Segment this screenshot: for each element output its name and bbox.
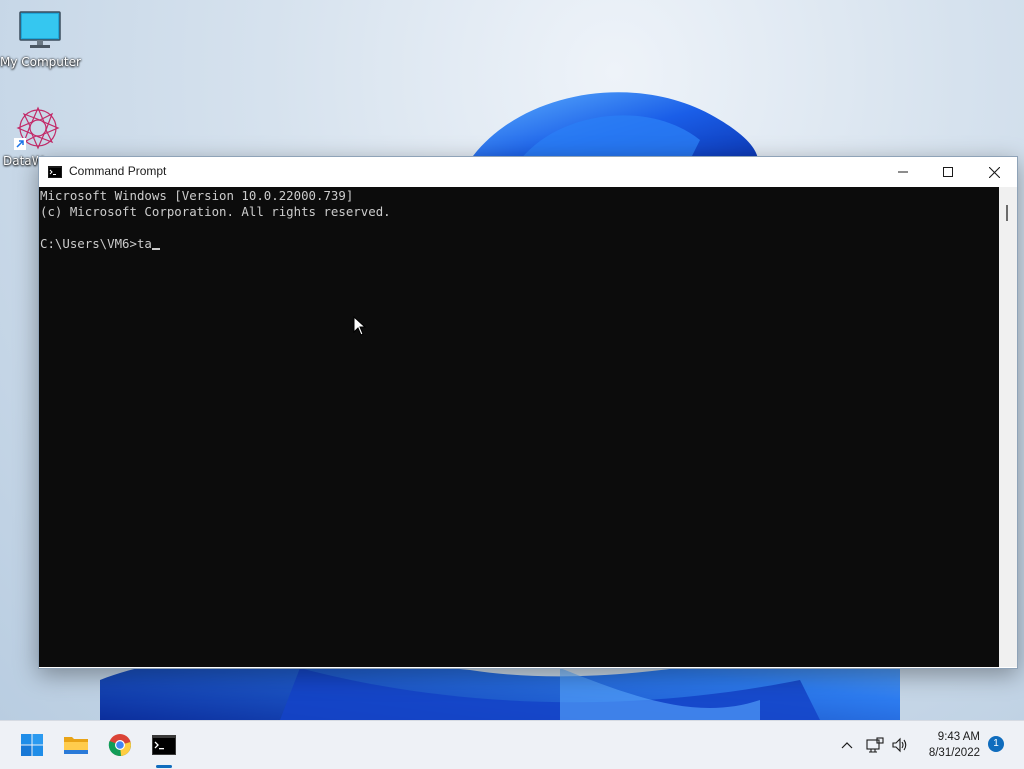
- minimize-icon: [898, 171, 908, 173]
- console-line: Microsoft Windows [Version 10.0.22000.73…: [40, 188, 354, 203]
- folder-icon: [64, 737, 88, 754]
- windows-start-icon: [21, 734, 43, 756]
- chevron-up-icon: [841, 742, 853, 749]
- clock-time: 9:43 AM: [937, 731, 980, 743]
- console-output[interactable]: Microsoft Windows [Version 10.0.22000.73…: [39, 187, 999, 667]
- network-icon: [866, 737, 884, 753]
- speaker-icon: [892, 737, 907, 753]
- close-icon: [988, 166, 1000, 178]
- console-line: (c) Microsoft Corporation. All rights re…: [40, 204, 391, 219]
- console-prompt-text: C:\Users\VM6>ta: [40, 236, 152, 251]
- console-prompt-line: C:\Users\VM6>ta: [40, 236, 160, 252]
- cmd-icon: [152, 735, 176, 755]
- taskbar-chrome[interactable]: [100, 721, 140, 769]
- taskbar: 9:43 AM 8/31/2022: [0, 720, 1024, 769]
- maximize-icon: [943, 167, 953, 177]
- network-tray-button[interactable]: [864, 721, 886, 769]
- chrome-icon: [108, 734, 131, 757]
- shortcut-arrow-icon: [14, 138, 26, 150]
- minimize-button[interactable]: [880, 157, 926, 187]
- clock-date: 8/31/2022: [928, 747, 980, 759]
- window-title: Command Prompt: [69, 164, 167, 178]
- text-cursor: [151, 248, 160, 250]
- close-button[interactable]: [971, 157, 1017, 187]
- command-prompt-window[interactable]: Command Prompt Microsoft Windows [Versio…: [38, 156, 1018, 669]
- taskbar-command-prompt[interactable]: [144, 721, 184, 769]
- start-button[interactable]: [12, 721, 52, 769]
- mouse-cursor-icon: [353, 316, 367, 336]
- desktop-icon-label: My Computer: [0, 55, 81, 69]
- monitor-icon: [19, 11, 61, 48]
- taskbar-file-explorer[interactable]: [56, 721, 96, 769]
- scrollbar-thumb[interactable]: [1006, 205, 1008, 221]
- desktop-icon-my-computer[interactable]: My Computer: [0, 10, 81, 69]
- show-hidden-icons-button[interactable]: [836, 721, 858, 769]
- taskbar-clock[interactable]: 9:43 AM 8/31/2022: [912, 729, 980, 761]
- vertical-scrollbar[interactable]: [999, 187, 1017, 667]
- cmd-icon: [48, 166, 62, 178]
- volume-tray-button[interactable]: [889, 721, 911, 769]
- window-titlebar[interactable]: Command Prompt: [39, 157, 1017, 187]
- notification-badge[interactable]: 1: [988, 736, 1004, 752]
- maximize-button[interactable]: [925, 157, 971, 187]
